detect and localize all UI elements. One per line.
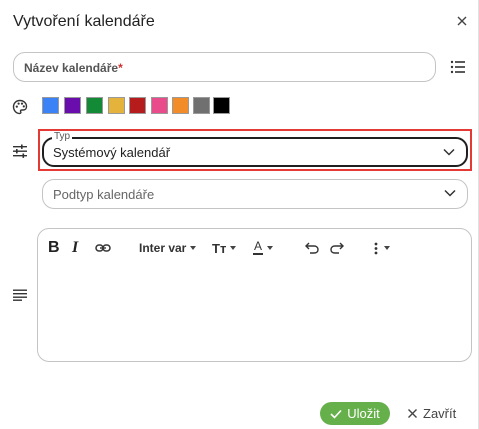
subtype-placeholder: Podtyp kalendáře [53, 187, 155, 202]
text-size-button[interactable]: Tт [212, 240, 237, 256]
color-swatch-purple[interactable] [64, 97, 81, 114]
close-icon [408, 409, 417, 418]
undo-icon[interactable] [305, 241, 319, 254]
close-label: Zavřít [423, 406, 457, 421]
bold-button[interactable]: B [48, 239, 60, 256]
color-swatch-pink[interactable] [151, 97, 168, 114]
check-icon [330, 409, 342, 419]
link-icon[interactable] [95, 242, 111, 254]
notes-icon [13, 289, 27, 301]
text-color-button[interactable]: A [253, 240, 273, 256]
color-swatch-gray[interactable] [193, 97, 210, 114]
italic-button[interactable]: I [72, 239, 78, 256]
color-swatch-black[interactable] [213, 97, 230, 114]
type-legend: Typ [52, 131, 73, 143]
color-swatch-green[interactable] [86, 97, 103, 114]
close-icon[interactable] [454, 13, 470, 29]
more-vertical-icon [374, 242, 378, 254]
type-value: Systémový kalendář [53, 145, 171, 160]
tune-icon [13, 144, 27, 158]
dialog-title: Vytvoření kalendáře [13, 13, 155, 30]
list-icon[interactable] [450, 60, 466, 74]
create-calendar-dialog: Vytvoření kalendáře Název kalendáře* Typ [0, 0, 479, 429]
chevron-down-icon[interactable] [443, 147, 455, 157]
color-swatch-yellow[interactable] [108, 97, 125, 114]
calendar-subtype-select[interactable]: Podtyp kalendáře [42, 179, 468, 209]
color-swatch-orange[interactable] [172, 97, 189, 114]
palette-icon [12, 99, 28, 115]
calendar-name-label: Název kalendáře* [24, 61, 123, 75]
save-label: Uložit [347, 406, 380, 421]
close-button[interactable]: Zavřít [407, 404, 456, 423]
redo-icon[interactable] [330, 241, 344, 254]
color-swatch-blue[interactable] [42, 97, 59, 114]
color-swatch-red[interactable] [129, 97, 146, 114]
font-family-select[interactable]: Inter var [139, 240, 197, 256]
more-options-button[interactable] [374, 240, 390, 256]
calendar-type-select[interactable]: Typ Systémový kalendář [42, 131, 468, 167]
save-button[interactable]: Uložit [320, 402, 390, 425]
calendar-name-field[interactable]: Název kalendáře* [13, 52, 436, 82]
chevron-down-icon[interactable] [444, 188, 456, 198]
